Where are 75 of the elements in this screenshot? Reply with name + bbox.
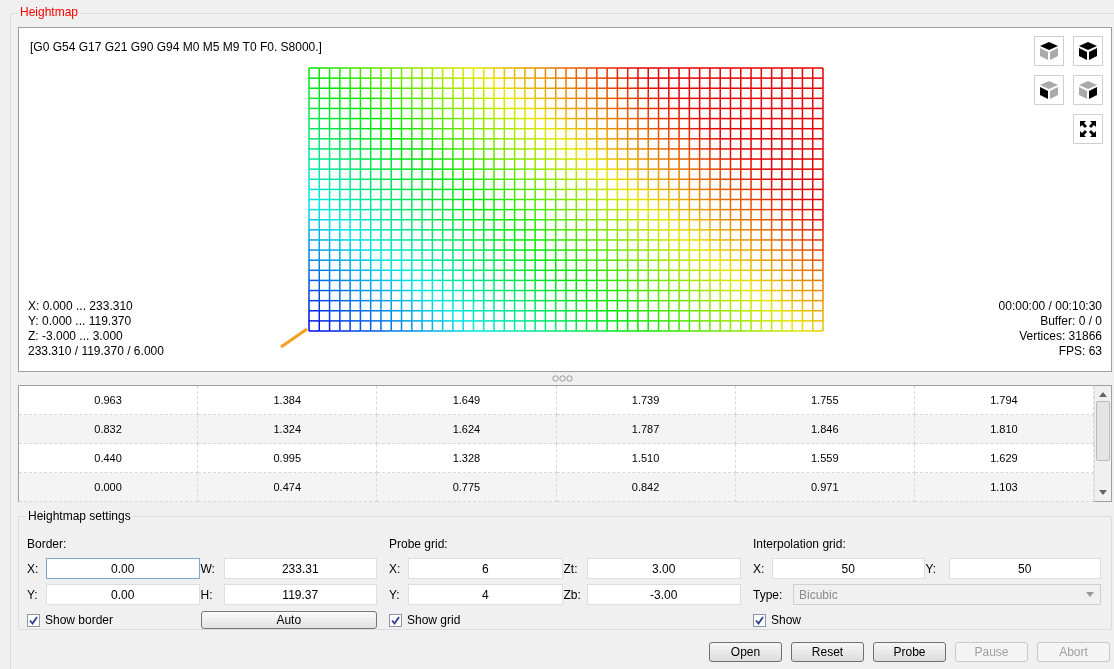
input-field[interactable]: -3.00 bbox=[586, 584, 741, 605]
checkmark-icon bbox=[391, 615, 400, 625]
splitter-handle[interactable] bbox=[551, 375, 573, 382]
scroll-down-icon[interactable] bbox=[1099, 490, 1107, 495]
table-cell: 1.810 bbox=[914, 415, 1094, 444]
field-label: W: bbox=[200, 561, 216, 576]
range-text: 233.310 / 119.370 / 6.000 bbox=[28, 344, 164, 359]
view-button[interactable] bbox=[1034, 36, 1064, 66]
field-label: Zb: bbox=[563, 587, 582, 602]
status-text: Vertices: 31866 bbox=[1019, 329, 1102, 344]
scrollbar-thumb[interactable] bbox=[1096, 401, 1110, 461]
checkbox-label: Show bbox=[771, 613, 802, 627]
checkmark-icon bbox=[29, 615, 38, 625]
field-label: X: bbox=[753, 561, 766, 576]
status-text: 00:00:00 / 00:10:30 bbox=[998, 299, 1102, 314]
status-text: FPS: 63 bbox=[1058, 344, 1102, 359]
range-text: Y: 0.000 ... 119.370 bbox=[28, 314, 133, 329]
view-button[interactable] bbox=[1034, 75, 1064, 105]
expand-arrows-icon bbox=[1079, 120, 1097, 138]
input-field[interactable]: 233.31 bbox=[223, 558, 377, 579]
view-button[interactable] bbox=[1073, 75, 1103, 105]
field-label: Type: bbox=[753, 587, 784, 602]
field-label: X: bbox=[389, 561, 402, 576]
range-text: Z: -3.000 ... 3.000 bbox=[28, 329, 124, 344]
field-label: H: bbox=[200, 587, 214, 602]
table-cell: 0.832 bbox=[19, 415, 199, 444]
input-field[interactable]: 6 bbox=[408, 558, 563, 579]
field-label: Y: bbox=[925, 561, 938, 576]
scroll-up-icon[interactable] bbox=[1099, 392, 1107, 397]
field-label: Y: bbox=[27, 587, 39, 602]
input-field[interactable]: 119.37 bbox=[223, 584, 377, 605]
group-title: Heightmap settings bbox=[26, 509, 133, 523]
cube-icon bbox=[1039, 80, 1059, 100]
checkmark-icon bbox=[755, 615, 764, 625]
section-label: Probe grid: bbox=[389, 537, 449, 553]
cube-icon bbox=[1078, 41, 1098, 61]
cube-icon bbox=[1078, 80, 1098, 100]
auto-button[interactable]: Auto bbox=[200, 611, 377, 629]
table-cell: 0.775 bbox=[377, 473, 557, 502]
dropdown-arrow-icon bbox=[1086, 592, 1094, 597]
field-label: Zt: bbox=[563, 561, 579, 576]
table-cell: 1.103 bbox=[914, 473, 1094, 502]
input-field[interactable]: 3.00 bbox=[586, 558, 741, 579]
section-label: Border: bbox=[27, 537, 68, 553]
action-button[interactable]: Reset bbox=[791, 642, 864, 662]
checkbox[interactable] bbox=[27, 613, 40, 627]
parser-state-text: [G0 G54 G17 G21 G90 G94 M0 M5 M9 T0 F0. S8000.] bbox=[30, 40, 322, 54]
view-button[interactable] bbox=[1073, 36, 1103, 66]
checkbox-label: Show grid bbox=[407, 613, 461, 627]
input-field[interactable]: 0.00 bbox=[46, 584, 200, 605]
panel-title: Heightmap bbox=[18, 5, 81, 19]
range-text: X: 0.000 ... 233.310 bbox=[28, 299, 134, 314]
table-cell: 1.324 bbox=[198, 415, 378, 444]
table-cell: 0.000 bbox=[19, 473, 199, 502]
action-button[interactable]: Probe bbox=[873, 642, 946, 662]
table-cell: 0.842 bbox=[556, 473, 736, 502]
input-field[interactable]: 50 bbox=[772, 558, 925, 579]
checkbox[interactable] bbox=[389, 613, 402, 627]
checkbox-label: Show border bbox=[45, 613, 114, 627]
input-field[interactable]: 4 bbox=[408, 584, 563, 605]
action-button[interactable]: Open bbox=[709, 642, 782, 662]
section-label: Interpolation grid: bbox=[753, 537, 847, 553]
table-cell: 1.624 bbox=[377, 415, 557, 444]
table-cell: 1.787 bbox=[556, 415, 736, 444]
fit-view-button[interactable] bbox=[1073, 114, 1103, 144]
table-cell: 1.846 bbox=[735, 415, 915, 444]
cube-icon bbox=[1039, 41, 1059, 61]
checkbox[interactable] bbox=[753, 613, 766, 627]
table-cell: 0.971 bbox=[735, 473, 915, 502]
input-field[interactable]: 50 bbox=[948, 558, 1101, 579]
status-text: Buffer: 0 / 0 bbox=[1040, 314, 1102, 329]
input-field[interactable]: 0.00 bbox=[46, 558, 200, 579]
field-label: X: bbox=[27, 561, 40, 576]
table-cell: 0.474 bbox=[198, 473, 378, 502]
field-label: Y: bbox=[389, 587, 401, 602]
